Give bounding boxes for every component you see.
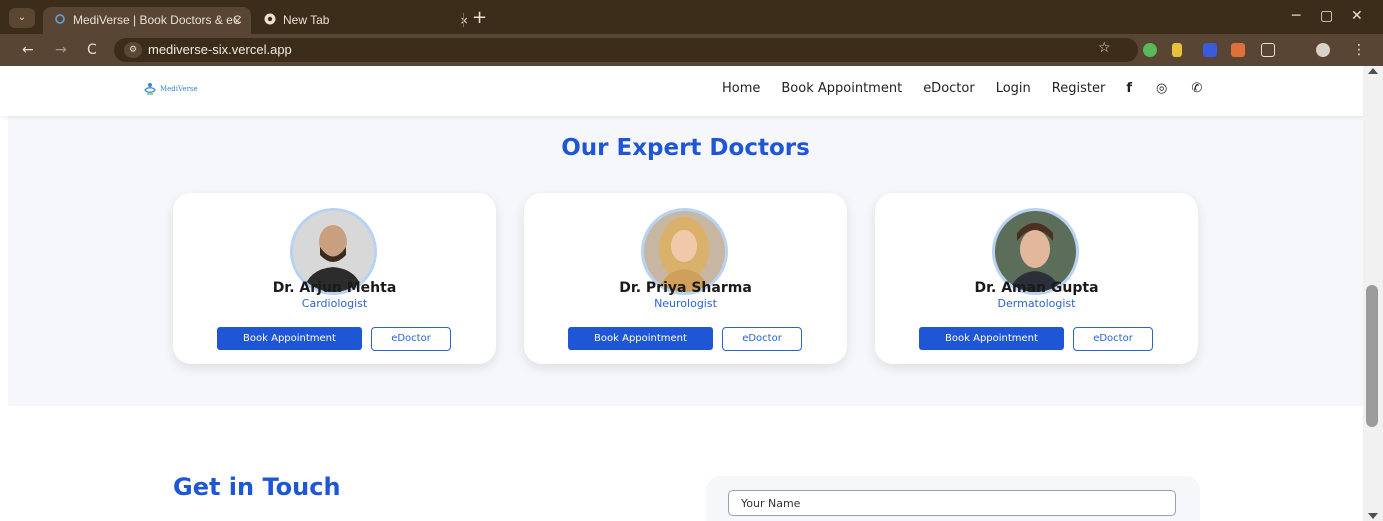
book-appointment-button[interactable]: Book Appointment xyxy=(217,327,362,350)
doctor-name: Dr. Arjun Mehta xyxy=(272,280,397,296)
new-tab-button[interactable]: + xyxy=(472,7,487,29)
window-close-icon[interactable]: ✕ xyxy=(1351,6,1363,26)
reload-icon[interactable]: C xyxy=(87,40,97,60)
kebab-menu-icon[interactable]: ⋮ xyxy=(1352,40,1366,60)
doctors-section: Our Expert Doctors Dr. Arjun Mehta Cardi… xyxy=(8,116,1363,406)
doctor-specialty: Dermatologist xyxy=(997,297,1076,310)
nav-login[interactable]: Login xyxy=(996,81,1031,96)
contact-form xyxy=(706,476,1200,521)
mediverse-favicon-icon xyxy=(53,13,67,27)
site-info-icon[interactable]: ⚙ xyxy=(124,42,142,58)
chrome-favicon-icon xyxy=(263,13,277,27)
tab-title: New Tab xyxy=(283,13,330,27)
contact-title: Get in Touch xyxy=(173,473,341,501)
minimize-icon[interactable]: ─ xyxy=(1292,6,1300,26)
extension-green-icon[interactable] xyxy=(1143,43,1157,57)
nav-book-appointment[interactable]: Book Appointment xyxy=(781,81,902,96)
extensions-puzzle-icon[interactable] xyxy=(1261,43,1275,57)
site-header: MediVerse Home Book Appointment eDoctor … xyxy=(0,66,1363,116)
close-tab-icon[interactable]: × xyxy=(233,7,241,34)
forward-icon[interactable]: → xyxy=(55,40,67,60)
doctor-specialty: Neurologist xyxy=(654,297,717,310)
nav-home[interactable]: Home xyxy=(722,81,760,96)
tab-new-tab[interactable]: New Tab × xyxy=(253,7,478,34)
edoctor-button[interactable]: eDoctor xyxy=(722,327,802,351)
edoctor-button[interactable]: eDoctor xyxy=(1073,327,1153,351)
browser-tab-bar: ⌄ MediVerse | Book Doctors & eC × New Ta… xyxy=(0,0,1383,34)
page-viewport: MediVerse Home Book Appointment eDoctor … xyxy=(0,66,1363,521)
profile-avatar-icon[interactable] xyxy=(1316,43,1330,57)
book-appointment-button[interactable]: Book Appointment xyxy=(919,327,1064,350)
doctor-name: Dr. Priya Sharma xyxy=(619,280,752,296)
url-text: mediverse-six.vercel.app xyxy=(148,42,292,57)
logo-icon xyxy=(144,83,156,95)
address-bar[interactable]: ⚙ mediverse-six.vercel.app ☆ xyxy=(114,38,1138,62)
chevron-down-icon: ⌄ xyxy=(17,12,27,23)
doctor-card: Dr. Arjun Mehta Cardiologist Book Appoin… xyxy=(173,193,496,364)
scroll-down-arrow-icon[interactable] xyxy=(1368,513,1378,519)
whatsapp-icon[interactable]: ✆ xyxy=(1191,81,1202,96)
tab-search-button[interactable]: ⌄ xyxy=(9,8,35,28)
doctor-specialty: Cardiologist xyxy=(301,297,368,310)
extension-yellow-icon[interactable] xyxy=(1172,43,1182,57)
nav-register[interactable]: Register xyxy=(1052,81,1106,96)
bookmark-star-icon[interactable]: ☆ xyxy=(1098,40,1111,56)
doctor-card: Dr. Aman Gupta Dermatologist Book Appoin… xyxy=(875,193,1198,364)
logo-text: MediVerse xyxy=(160,85,198,93)
scroll-up-arrow-icon[interactable] xyxy=(1368,68,1378,74)
close-tab-icon[interactable]: × xyxy=(460,7,468,34)
extension-orange-icon[interactable] xyxy=(1231,43,1245,57)
extension-blue-icon[interactable] xyxy=(1203,43,1217,57)
facebook-icon[interactable]: f xyxy=(1126,81,1132,96)
book-appointment-button[interactable]: Book Appointment xyxy=(568,327,713,350)
instagram-icon[interactable]: ◎ xyxy=(1156,81,1167,96)
section-title: Our Expert Doctors xyxy=(561,135,810,161)
tab-mediverse[interactable]: MediVerse | Book Doctors & eC × xyxy=(43,7,251,34)
tab-title: MediVerse | Book Doctors & eC xyxy=(73,13,242,27)
browser-toolbar: ← → C ⚙ mediverse-six.vercel.app ☆ ⋮ xyxy=(0,34,1383,66)
doctor-card: Dr. Priya Sharma Neurologist Book Appoin… xyxy=(524,193,847,364)
restore-icon[interactable]: ▢ xyxy=(1320,6,1333,26)
back-icon[interactable]: ← xyxy=(22,40,34,60)
main-nav: Home Book Appointment eDoctor Login Regi… xyxy=(722,81,1202,96)
nav-edoctor[interactable]: eDoctor xyxy=(923,81,975,96)
social-links: f ◎ ✆ xyxy=(1126,81,1202,96)
edoctor-button[interactable]: eDoctor xyxy=(371,327,451,351)
scroll-thumb[interactable] xyxy=(1366,285,1378,427)
logo[interactable]: MediVerse xyxy=(143,82,198,96)
tab-divider xyxy=(463,13,464,27)
doctor-name: Dr. Aman Gupta xyxy=(974,280,1099,296)
name-input[interactable] xyxy=(728,490,1176,516)
page-scrollbar[interactable] xyxy=(1363,66,1383,521)
